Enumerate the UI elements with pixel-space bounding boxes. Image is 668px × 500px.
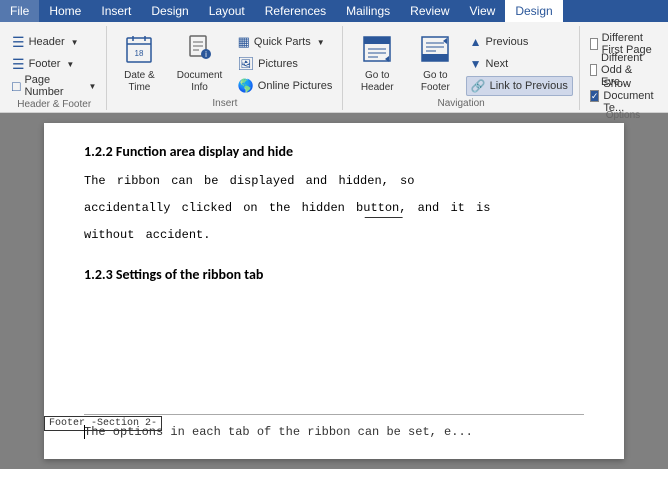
different-first-page-row: Different First Page [590, 34, 656, 54]
footer-button[interactable]: ☰ Footer ▼ [8, 54, 100, 74]
document-area: 1.2.2 Function area display and hide The… [0, 113, 668, 469]
date-time-label: Date & Time [117, 70, 161, 94]
quick-parts-arrow: ▼ [317, 38, 325, 47]
page-number-dropdown-arrow: ▼ [88, 82, 96, 91]
different-odd-even-checkbox[interactable] [590, 64, 597, 76]
previous-icon: ▲ [470, 35, 482, 49]
navigation-group-label: Navigation [349, 96, 572, 109]
svg-text:18: 18 [135, 49, 144, 58]
header-label: Header [29, 36, 65, 48]
show-document-text-row: ✓ Show Document Te... [590, 86, 656, 106]
paragraph-1: The ribbon can be displayed and hidden, … [84, 172, 584, 191]
menu-references[interactable]: References [255, 0, 336, 22]
quick-parts-icon: ▦ [238, 34, 250, 50]
options-group-label: Options [590, 108, 656, 121]
goto-footer-button[interactable]: Go to Footer [409, 30, 462, 96]
header-dropdown-arrow: ▼ [71, 38, 79, 47]
insert-group-label: Insert [113, 96, 336, 109]
insert-group: 18 Date & Time i [107, 26, 343, 110]
link-icon: 🔗 [471, 79, 486, 93]
goto-header-icon [361, 32, 393, 68]
goto-header-label: Go to Header [353, 70, 401, 94]
online-pictures-label: Online Pictures [258, 80, 333, 92]
ribbon-content: ☰ Header ▼ ☰ Footer ▼ □ Page Number ▼ He… [0, 22, 668, 112]
header-icon: ☰ [12, 34, 25, 51]
footer-dropdown-arrow: ▼ [66, 60, 74, 69]
footer-label: Footer [29, 58, 61, 70]
menu-view[interactable]: View [460, 0, 506, 22]
link-to-previous-button[interactable]: 🔗 Link to Previous [466, 76, 573, 96]
page-number-icon: □ [12, 78, 20, 94]
quick-parts-label: Quick Parts [254, 36, 311, 48]
menu-insert[interactable]: Insert [91, 0, 141, 22]
previous-button[interactable]: ▲ Previous [466, 32, 573, 52]
pictures-icon: 🖼 [238, 56, 255, 72]
navigation-group: Go to Header Go to Footer [343, 26, 579, 110]
heading-1-2-3: 1.2.3 Settings of the ribbon tab [84, 266, 584, 283]
quick-parts-button[interactable]: ▦ Quick Parts ▼ [234, 32, 337, 52]
footer-text: The options in each tab of the ribbon ca… [84, 425, 473, 439]
text-cursor [84, 425, 85, 439]
svg-text:i: i [205, 50, 207, 59]
header-button[interactable]: ☰ Header ▼ [8, 32, 100, 52]
date-time-icon: 18 [123, 32, 155, 68]
paragraph-3: without accident. [84, 226, 584, 245]
footer-icon: ☰ [12, 56, 25, 73]
menu-mailings[interactable]: Mailings [336, 0, 400, 22]
next-label: Next [486, 58, 509, 70]
footer-divider [84, 414, 584, 415]
online-pictures-button[interactable]: 🌎 Online Pictures [234, 76, 337, 96]
menu-design[interactable]: Design [141, 0, 198, 22]
document-page: 1.2.2 Function area display and hide The… [44, 123, 624, 459]
doc-info-icon: i [184, 32, 216, 68]
different-odd-even-row: Different Odd & Eve... [590, 60, 656, 80]
doc-info-label: Document Info [173, 70, 225, 94]
ribbon: ☰ Header ▼ ☰ Footer ▼ □ Page Number ▼ He… [0, 22, 668, 113]
next-icon: ▼ [470, 57, 482, 71]
goto-footer-icon [419, 32, 451, 68]
online-pictures-icon: 🌎 [238, 78, 254, 94]
hf-group-label: Header & Footer [8, 97, 100, 110]
page-number-label: Page Number [24, 74, 82, 98]
menu-layout[interactable]: Layout [199, 0, 255, 22]
date-time-button[interactable]: 18 Date & Time [113, 30, 165, 96]
previous-label: Previous [486, 36, 529, 48]
different-first-page-checkbox[interactable] [590, 38, 598, 50]
menu-file[interactable]: File [0, 0, 39, 22]
menu-home[interactable]: Home [39, 0, 91, 22]
pictures-button[interactable]: 🖼 Pictures [234, 54, 337, 74]
pictures-label: Pictures [258, 58, 298, 70]
link-to-previous-label: Link to Previous [490, 80, 568, 92]
menu-review[interactable]: Review [400, 0, 459, 22]
goto-footer-label: Go to Footer [413, 70, 458, 94]
menu-design-active[interactable]: Design [505, 0, 562, 22]
next-button[interactable]: ▼ Next [466, 54, 573, 74]
menu-bar: File Home Insert Design Layout Reference… [0, 0, 668, 22]
header-footer-group: ☰ Header ▼ ☰ Footer ▼ □ Page Number ▼ He… [2, 26, 107, 110]
doc-info-button[interactable]: i Document Info [169, 30, 229, 96]
show-document-text-checkbox[interactable]: ✓ [590, 90, 600, 102]
goto-header-button[interactable]: Go to Header [349, 30, 405, 96]
heading-1-2-2: 1.2.2 Function area display and hide [84, 143, 584, 160]
paragraph-2: accidentally clicked on the hidden butto… [84, 199, 584, 218]
page-number-button[interactable]: □ Page Number ▼ [8, 76, 100, 96]
options-group: Different First Page Different Odd & Eve… [580, 26, 666, 110]
